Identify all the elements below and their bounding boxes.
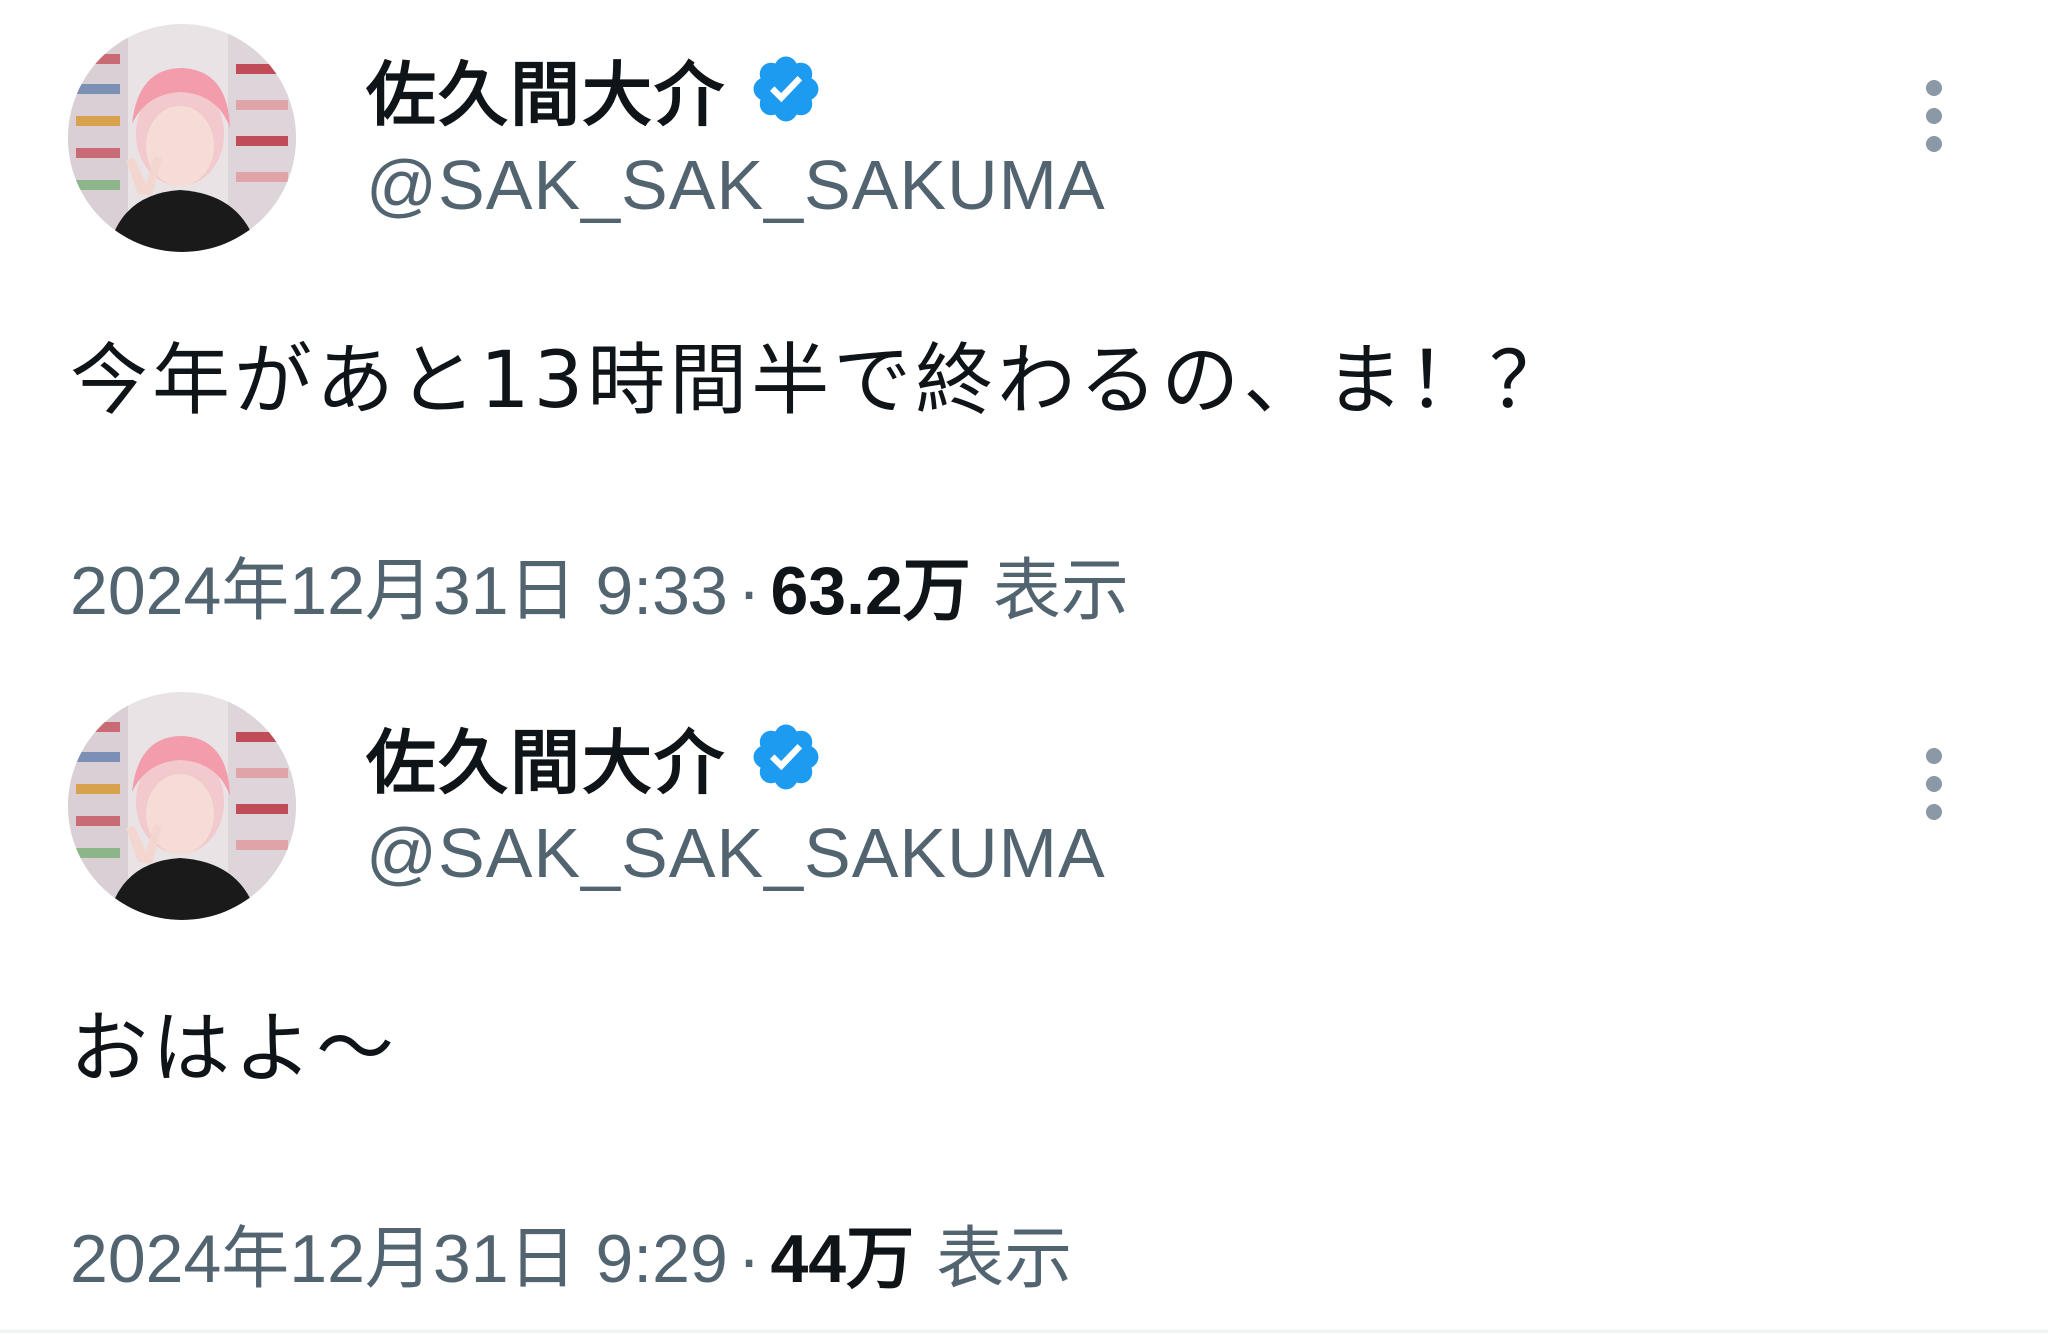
divider xyxy=(0,1330,2048,1333)
avatar-image xyxy=(68,24,296,252)
avatar[interactable] xyxy=(68,24,296,252)
tweet[interactable]: 佐久間大介 @SAK_SAK_SAKUMA おはよ〜 2024年12月31日 9… xyxy=(0,668,2048,1335)
verified-badge-icon xyxy=(748,51,824,127)
views-label: 表示 xyxy=(992,553,1129,629)
more-vertical-icon[interactable] xyxy=(1912,746,1956,822)
handle[interactable]: @SAK_SAK_SAKUMA xyxy=(366,813,1106,893)
tweet-text: 今年があと13時間半で終わるの、ま！？ xyxy=(70,336,1572,426)
display-name[interactable]: 佐久間大介 xyxy=(366,39,726,140)
timestamp[interactable]: 2024年12月31日 9:29 xyxy=(70,1221,728,1297)
tweet[interactable]: 佐久間大介 @SAK_SAK_SAKUMA 今年があと13時間半で終わるの、ま！… xyxy=(0,0,2048,668)
separator: · xyxy=(737,1221,761,1297)
author-name-row[interactable]: 佐久間大介 xyxy=(366,44,824,136)
tweet-metadata: 2024年12月31日 9:29 · 44万 表示 xyxy=(70,1203,1072,1302)
handle[interactable]: @SAK_SAK_SAKUMA xyxy=(366,145,1106,225)
views-count[interactable]: 63.2万 xyxy=(770,553,970,629)
more-vertical-icon[interactable] xyxy=(1912,78,1956,154)
timestamp[interactable]: 2024年12月31日 9:33 xyxy=(70,553,728,629)
views-label: 表示 xyxy=(936,1221,1073,1297)
avatar-image xyxy=(68,692,296,920)
display-name[interactable]: 佐久間大介 xyxy=(366,707,726,808)
tweet-text: おはよ〜 xyxy=(70,1004,399,1094)
separator: · xyxy=(737,553,761,629)
views-count[interactable]: 44万 xyxy=(770,1221,914,1297)
verified-badge-icon xyxy=(748,719,824,795)
tweet-metadata: 2024年12月31日 9:33 · 63.2万 表示 xyxy=(70,535,1129,634)
avatar[interactable] xyxy=(68,692,296,920)
author-name-row[interactable]: 佐久間大介 xyxy=(366,712,824,804)
